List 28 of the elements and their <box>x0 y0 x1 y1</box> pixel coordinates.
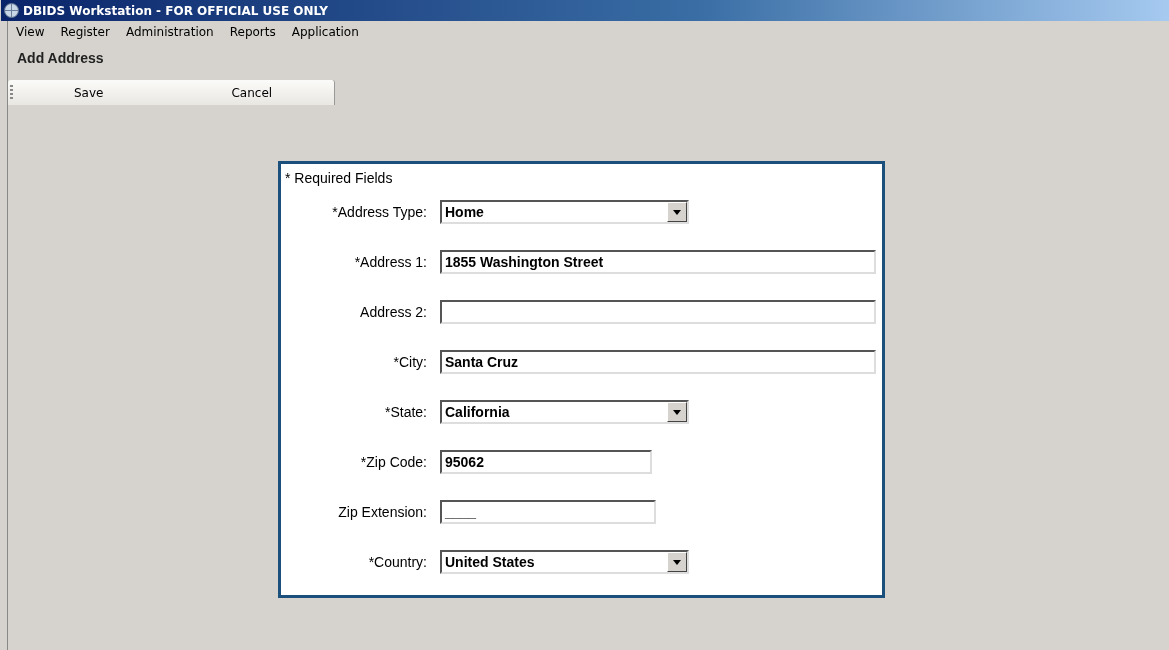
field-label: *State: <box>383 404 428 420</box>
dropdown[interactable]: United States <box>440 550 689 574</box>
dropdown[interactable]: Home <box>440 200 689 224</box>
page-title: Add Address <box>17 50 105 68</box>
menu-item[interactable]: Application <box>283 25 367 39</box>
field-label: *Address 1: <box>353 254 428 270</box>
input-field[interactable]: ____ <box>440 500 656 524</box>
grip-handle-icon[interactable] <box>10 84 13 101</box>
field-label: *Address Type: <box>331 204 428 220</box>
field-label: *City: <box>392 354 428 370</box>
field-label: Zip Extension: <box>337 504 428 520</box>
window-title: DBIDS Workstation - FOR OFFICIAL USE ONLY <box>23 3 328 18</box>
field-label: *Zip Code: <box>359 454 428 470</box>
dropdown[interactable]: California <box>440 400 689 424</box>
input-field[interactable]: Santa Cruz <box>440 350 876 374</box>
toolbar-button[interactable]: Cancel <box>223 83 281 102</box>
menu-item[interactable]: View <box>8 25 53 39</box>
input-field[interactable]: 1855 Washington Street <box>440 250 876 274</box>
field-label: Address 2: <box>359 304 428 320</box>
toolbar-button[interactable]: Save <box>66 83 112 102</box>
required-note: * Required Fields <box>285 170 394 186</box>
menu-item[interactable]: Administration <box>117 25 222 39</box>
menu-item[interactable]: Reports <box>221 25 284 39</box>
menu-item[interactable]: Register <box>52 25 118 39</box>
input-field[interactable]: 95062 <box>440 450 652 474</box>
field-label: *Country: <box>367 554 428 570</box>
app-icon <box>4 3 19 18</box>
input-field[interactable] <box>440 300 876 324</box>
